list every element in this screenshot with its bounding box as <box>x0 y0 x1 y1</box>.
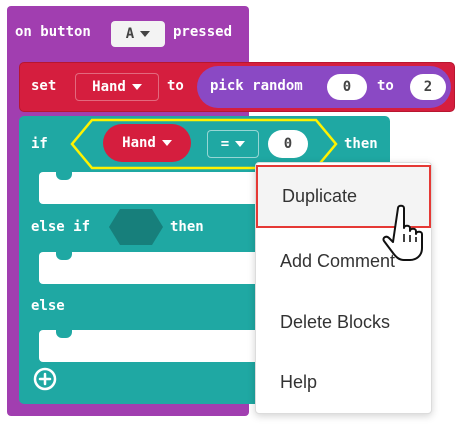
chevron-down-icon <box>235 141 246 147</box>
pick-random-label: pick random <box>210 78 303 94</box>
menu-item-label: Add Comment <box>280 250 396 271</box>
operator-dropdown[interactable]: = <box>207 130 259 158</box>
chevron-down-icon <box>161 140 172 146</box>
random-to-label: to <box>377 78 394 94</box>
compare-value-input[interactable]: 0 <box>268 130 308 158</box>
set-variable-dropdown[interactable]: Hand <box>75 73 159 101</box>
slot-notch <box>56 172 72 180</box>
menu-item-label: Duplicate <box>282 186 358 206</box>
empty-condition-slot[interactable] <box>108 208 164 246</box>
if-label: if <box>31 136 48 152</box>
chevron-down-icon <box>131 84 142 90</box>
else-label: else <box>31 298 65 314</box>
set-keyword: set <box>31 78 57 94</box>
else-if-label: else if <box>31 219 91 235</box>
menu-item-help[interactable]: Help <box>256 352 431 412</box>
event-suffix: pressed <box>173 24 233 40</box>
random-to-input[interactable]: 2 <box>410 74 446 100</box>
chevron-down-icon <box>140 31 151 37</box>
operator-value: = <box>220 136 230 152</box>
hand-pointer-icon <box>382 204 423 261</box>
then-label: then <box>344 136 378 152</box>
slot-notch <box>56 252 72 260</box>
event-prefix: on button <box>15 24 91 40</box>
condition-variable-dropdown[interactable]: Hand <box>103 124 191 162</box>
set-variable-name: Hand <box>92 79 126 95</box>
button-dropdown[interactable]: A <box>111 21 165 47</box>
menu-item-label: Delete Blocks <box>280 311 391 332</box>
random-from-input[interactable]: 0 <box>327 74 367 100</box>
else-statement-slot[interactable] <box>39 330 264 362</box>
set-to-label: to <box>167 78 184 94</box>
menu-item-delete-blocks[interactable]: Delete Blocks <box>256 292 431 352</box>
menu-item-label: Help <box>280 371 318 392</box>
else-if-then-label: then <box>170 219 204 235</box>
button-dropdown-value: A <box>125 26 135 42</box>
condition-variable-name: Hand <box>122 135 156 151</box>
plus-circle-icon[interactable] <box>33 367 57 391</box>
if-statement-slot[interactable] <box>39 172 264 204</box>
else-if-statement-slot[interactable] <box>39 252 264 284</box>
slot-notch <box>56 330 72 338</box>
